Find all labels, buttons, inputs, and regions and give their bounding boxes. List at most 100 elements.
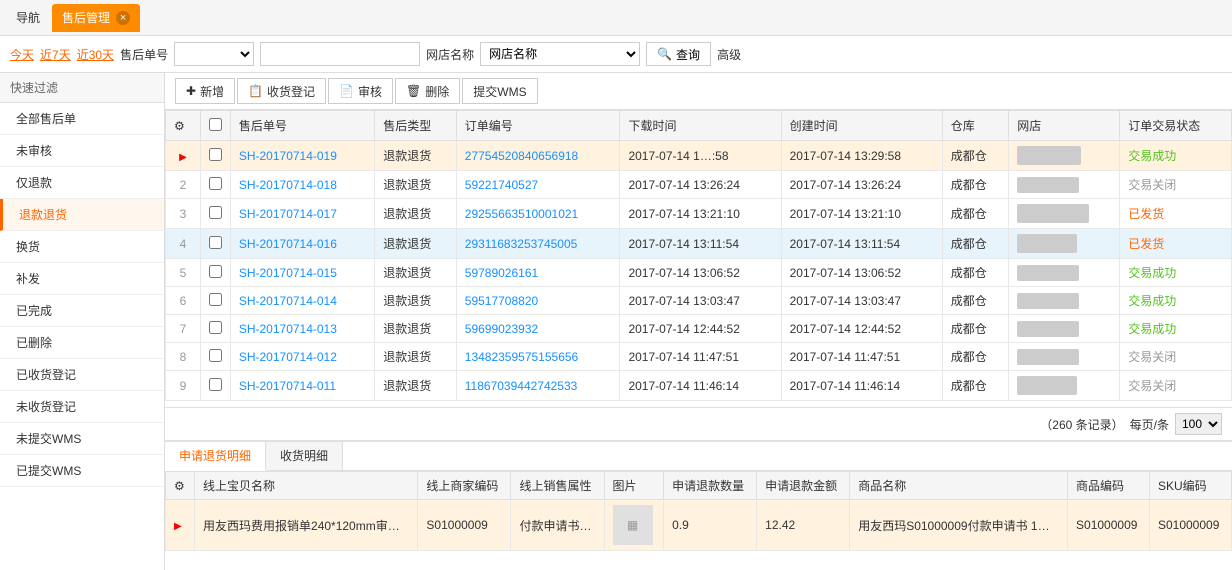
order-status: 交易关闭 <box>1120 371 1232 401</box>
row-checkbox[interactable] <box>209 349 222 362</box>
download-time: 2017-07-14 12:44:52 <box>620 315 781 343</box>
order-status: 交易成功 <box>1120 315 1232 343</box>
aftersale-type: 退款退货 <box>375 315 457 343</box>
bt-merchant-code: S01000009 <box>418 500 511 551</box>
warehouse: 成都仓 <box>942 229 1009 259</box>
aftersale-id[interactable]: SH-20170714-018 <box>230 171 374 199</box>
order-id[interactable]: 59517708820 <box>456 287 620 315</box>
select-all-checkbox[interactable] <box>209 118 222 131</box>
bt-arrow-cell: ▶ <box>166 500 195 551</box>
add-button[interactable]: ✚ 新增 <box>175 78 235 104</box>
order-id[interactable]: 59789026161 <box>456 259 620 287</box>
order-id[interactable]: 11867039442742533 <box>456 371 620 401</box>
order-id[interactable]: 29255663510001021 <box>456 199 620 229</box>
sidebar-item-reissue[interactable]: 补发 <box>0 263 164 295</box>
sidebar-item-completed[interactable]: 已完成 <box>0 295 164 327</box>
bt-red-arrow-icon: ▶ <box>174 521 182 532</box>
filter-field-select[interactable] <box>174 42 254 66</box>
btcol-settings[interactable]: ⚙ <box>166 472 195 500</box>
row-checkbox[interactable] <box>209 293 222 306</box>
query-button[interactable]: 🔍 查询 <box>646 42 711 66</box>
submit-wms-button[interactable]: 提交WMS <box>462 78 537 104</box>
bt-settings-icon: ⚙ <box>174 479 185 493</box>
btcol-image: 图片 <box>604 472 664 500</box>
tab-receive-detail[interactable]: 收货明细 <box>266 442 343 470</box>
row-checkbox[interactable] <box>209 177 222 190</box>
store-select[interactable]: 网店名称 <box>480 42 640 66</box>
receive-icon: 📋 <box>248 84 263 98</box>
per-page-select[interactable]: 100 <box>1175 413 1222 435</box>
store: 苏■■■■■■ <box>1009 229 1120 259</box>
filter-today[interactable]: 今天 <box>10 46 34 63</box>
row-checkbox[interactable] <box>209 265 222 278</box>
aftersale-id[interactable]: SH-20170714-011 <box>230 371 374 401</box>
delete-button[interactable]: 🗑 删除 <box>395 78 460 104</box>
sidebar-item-deleted[interactable]: 已删除 <box>0 327 164 359</box>
store: ■■■■■■■■ <box>1009 259 1120 287</box>
review-icon: 📄 <box>339 84 354 98</box>
row-checkbox[interactable] <box>209 236 222 249</box>
row-checkbox-cell <box>200 259 230 287</box>
row-checkbox[interactable] <box>209 378 222 391</box>
sidebar-item-refund-return[interactable]: 退款退货 <box>0 199 164 231</box>
aftersale-type: 退款退货 <box>375 259 457 287</box>
receive-button[interactable]: 📋 收货登记 <box>237 78 326 104</box>
row-number-cell: 6 <box>166 287 201 315</box>
aftersale-id[interactable]: SH-20170714-014 <box>230 287 374 315</box>
table-row: 2SH-20170714-018退款退货592217405272017-07-1… <box>166 171 1232 199</box>
aftersale-type: 退款退货 <box>375 171 457 199</box>
order-id[interactable]: 27754520840656918 <box>456 141 620 171</box>
row-checkbox[interactable] <box>209 148 222 161</box>
aftersale-id[interactable]: SH-20170714-012 <box>230 343 374 371</box>
settings-icon: ⚙ <box>174 119 185 133</box>
sidebar-item-not-submitted-wms[interactable]: 未提交WMS <box>0 423 164 455</box>
filter-bar: 今天 近7天 近30天 售后单号 网店名称 网店名称 🔍 查询 高级 <box>0 36 1232 73</box>
aftersale-type: 退款退货 <box>375 199 457 229</box>
sidebar-item-received[interactable]: 已收货登记 <box>0 359 164 391</box>
aftersale-id[interactable]: SH-20170714-015 <box>230 259 374 287</box>
tab-return-detail[interactable]: 申请退货明细 <box>165 442 266 471</box>
aftersale-id[interactable]: SH-20170714-019 <box>230 141 374 171</box>
row-number-cell: 9 <box>166 371 201 401</box>
filter-last30[interactable]: 近30天 <box>77 46 114 63</box>
warehouse: 成都仓 <box>942 259 1009 287</box>
bottom-tabs: 申请退货明细 收货明细 <box>165 442 1232 471</box>
order-status: 交易成功 <box>1120 287 1232 315</box>
nav-tab-aftersale[interactable]: 售后管理 × <box>52 4 140 32</box>
sidebar-item-submitted-wms[interactable]: 已提交WMS <box>0 455 164 487</box>
bt-sale-attr: 付款申请书… <box>511 500 604 551</box>
table-row: ▶SH-20170714-019退款退货27754520840656918201… <box>166 141 1232 171</box>
col-create-time: 创建时间 <box>781 111 942 141</box>
download-time: 2017-07-14 13:21:10 <box>620 199 781 229</box>
row-checkbox[interactable] <box>209 321 222 334</box>
sidebar-item-unreviewed[interactable]: 未审核 <box>0 135 164 167</box>
sidebar-item-exchange[interactable]: 换货 <box>0 231 164 263</box>
aftersale-id[interactable]: SH-20170714-016 <box>230 229 374 259</box>
review-button[interactable]: 📄 审核 <box>328 78 393 104</box>
col-settings[interactable]: ⚙ <box>166 111 201 141</box>
aftersale-type: 退款退货 <box>375 141 457 171</box>
row-checkbox[interactable] <box>209 206 222 219</box>
sidebar-item-not-received[interactable]: 未收货登记 <box>0 391 164 423</box>
order-id[interactable]: 59699023932 <box>456 315 620 343</box>
sidebar-item-refund-only[interactable]: 仅退款 <box>0 167 164 199</box>
col-warehouse: 仓库 <box>942 111 1009 141</box>
order-id[interactable]: 29311683253745005 <box>456 229 620 259</box>
btcol-refund-amount: 申请退款金额 <box>757 472 850 500</box>
filter-field-input[interactable] <box>260 42 420 66</box>
order-status: 交易成功 <box>1120 141 1232 171</box>
store-label: 网店名称 <box>426 46 474 63</box>
bottom-section: 申请退货明细 收货明细 ⚙ 线上宝贝名称 线上商家编码 线上销售属性 图片 申请… <box>165 440 1232 570</box>
row-checkbox-cell <box>200 171 230 199</box>
aftersale-id[interactable]: SH-20170714-013 <box>230 315 374 343</box>
row-checkbox-cell <box>200 343 230 371</box>
order-id[interactable]: 13482359575155656 <box>456 343 620 371</box>
order-id[interactable]: 59221740527 <box>456 171 620 199</box>
advanced-button[interactable]: 高级 <box>717 46 741 63</box>
nav-tab-close[interactable]: × <box>116 11 130 25</box>
aftersale-type: 退款退货 <box>375 371 457 401</box>
aftersale-id[interactable]: SH-20170714-017 <box>230 199 374 229</box>
sidebar-item-all[interactable]: 全部售后单 <box>0 103 164 135</box>
download-time: 2017-07-14 13:11:54 <box>620 229 781 259</box>
filter-last7[interactable]: 近7天 <box>40 46 71 63</box>
